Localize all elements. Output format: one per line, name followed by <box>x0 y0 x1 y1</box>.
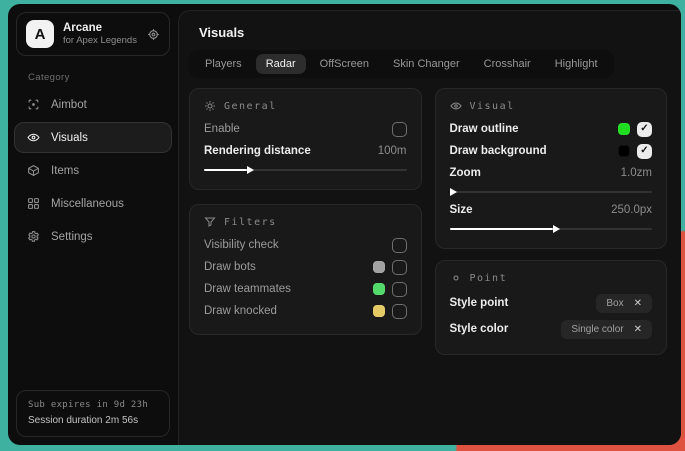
zoom-row: Zoom 1.0zm <box>450 162 653 184</box>
app-subtitle: for Apex Legends <box>63 35 138 47</box>
style-point-row: Style point Box ✕ <box>450 290 653 316</box>
sidebar-item-label: Miscellaneous <box>51 198 124 210</box>
sidebar-item-miscellaneous[interactable]: Miscellaneous <box>14 188 172 219</box>
eye-icon <box>27 131 40 144</box>
draw-background-color-swatch[interactable] <box>618 145 630 157</box>
size-slider[interactable] <box>450 228 653 230</box>
panel-title: Filters <box>224 217 277 228</box>
visibility-check-row: Visibility check ✓ <box>204 234 407 256</box>
draw-teammates-row: Draw teammates ✓ <box>204 278 407 300</box>
rendering-distance-label: Rendering distance <box>204 145 311 157</box>
draw-teammates-label: Draw teammates <box>204 283 291 295</box>
panel-title: Visual <box>470 101 515 112</box>
point-icon <box>450 272 462 284</box>
zoom-value: 1.0zm <box>621 167 652 179</box>
draw-teammates-checkbox[interactable]: ✓ <box>392 282 407 297</box>
gear-icon <box>27 230 40 243</box>
funnel-icon <box>204 216 216 228</box>
package-icon <box>27 164 40 177</box>
sidebar-item-settings[interactable]: Settings <box>14 221 172 252</box>
target-settings-icon[interactable] <box>147 28 160 41</box>
sidebar: A Arcane for Apex Legends Category <box>8 4 178 445</box>
app-name: Arcane <box>63 21 138 35</box>
sidebar-item-label: Items <box>51 165 79 177</box>
style-point-chip[interactable]: Box ✕ <box>596 294 652 313</box>
zoom-slider[interactable] <box>450 191 653 193</box>
draw-outline-row: Draw outline ✓ <box>450 118 653 140</box>
style-color-row: Style color Single color ✕ <box>450 316 653 342</box>
tab-players[interactable]: Players <box>195 54 252 74</box>
style-color-chip[interactable]: Single color ✕ <box>561 320 652 339</box>
category-section-label: Category <box>28 72 172 83</box>
enable-label: Enable <box>204 123 240 135</box>
draw-background-row: Draw background ✓ <box>450 140 653 162</box>
grid-icon <box>27 197 40 210</box>
draw-knocked-checkbox[interactable]: ✓ <box>392 304 407 319</box>
draw-outline-label: Draw outline <box>450 123 519 135</box>
rendering-distance-value: 100m <box>378 145 407 157</box>
sidebar-item-aimbot[interactable]: Aimbot <box>14 89 172 120</box>
sidebar-nav: Aimbot Visuals Items <box>14 89 172 252</box>
tab-crosshair[interactable]: Crosshair <box>474 54 541 74</box>
panel-title: Point <box>470 273 508 284</box>
style-point-chip-label: Box <box>606 298 623 309</box>
style-color-chip-label: Single color <box>571 324 623 335</box>
visibility-check-label: Visibility check <box>204 239 279 251</box>
sidebar-item-visuals[interactable]: Visuals <box>14 122 172 153</box>
draw-bots-checkbox[interactable]: ✓ <box>392 260 407 275</box>
page-title: Visuals <box>179 11 681 40</box>
sidebar-header: A Arcane for Apex Legends <box>16 12 170 56</box>
draw-bots-label: Draw bots <box>204 261 256 273</box>
draw-outline-color-swatch[interactable] <box>618 123 630 135</box>
tab-radar[interactable]: Radar <box>256 54 306 74</box>
panel-title: General <box>224 101 277 112</box>
subscription-info-box: Sub expires in 9d 23h Session duration 2… <box>16 390 170 437</box>
tab-highlight[interactable]: Highlight <box>545 54 608 74</box>
visibility-check-checkbox[interactable]: ✓ <box>392 238 407 253</box>
sidebar-item-label: Aimbot <box>51 99 87 111</box>
session-duration-text: Session duration 2m 56s <box>28 413 158 429</box>
rendering-distance-row: Rendering distance 100m <box>204 140 407 162</box>
style-point-label: Style point <box>450 297 509 309</box>
draw-bots-row: Draw bots ✓ <box>204 256 407 278</box>
visuals-tabbar: Players Radar OffScreen Skin Changer Cro… <box>189 50 614 78</box>
close-icon[interactable]: ✕ <box>634 298 642 309</box>
sun-icon <box>204 100 216 112</box>
main-panel: Visuals Players Radar OffScreen Skin Cha… <box>178 10 681 445</box>
draw-teammates-color-swatch[interactable] <box>373 283 385 295</box>
close-icon[interactable]: ✕ <box>634 324 642 335</box>
draw-background-checkbox[interactable]: ✓ <box>637 144 652 159</box>
size-label: Size <box>450 204 473 216</box>
enable-row: Enable ✓ <box>204 118 407 140</box>
tab-offscreen[interactable]: OffScreen <box>310 54 379 74</box>
size-value: 250.0px <box>611 204 652 216</box>
visual-panel: Visual Draw outline ✓ Draw background <box>435 88 668 249</box>
style-color-label: Style color <box>450 323 509 335</box>
filters-panel: Filters Visibility check ✓ Draw bots ✓ <box>189 204 422 335</box>
draw-bots-color-swatch[interactable] <box>373 261 385 273</box>
sidebar-item-label: Settings <box>51 231 93 243</box>
enable-checkbox[interactable]: ✓ <box>392 122 407 137</box>
sidebar-item-label: Visuals <box>51 132 88 144</box>
size-row: Size 250.0px <box>450 199 653 221</box>
point-panel: Point Style point Box ✕ Style color Sing… <box>435 260 668 355</box>
zoom-label: Zoom <box>450 167 481 179</box>
tab-skin-changer[interactable]: Skin Changer <box>383 54 470 74</box>
draw-knocked-color-swatch[interactable] <box>373 305 385 317</box>
sidebar-item-items[interactable]: Items <box>14 155 172 186</box>
general-panel: General Enable ✓ Rendering distance 100m <box>189 88 422 190</box>
eye-icon <box>450 100 462 112</box>
draw-knocked-row: Draw knocked ✓ <box>204 300 407 322</box>
rendering-distance-slider[interactable] <box>204 169 407 171</box>
crosshair-icon <box>27 98 40 111</box>
app-logo: A <box>26 20 54 48</box>
draw-knocked-label: Draw knocked <box>204 305 277 317</box>
draw-outline-checkbox[interactable]: ✓ <box>637 122 652 137</box>
draw-background-label: Draw background <box>450 145 547 157</box>
app-window: A Arcane for Apex Legends Category <box>8 4 681 445</box>
sub-expiry-text: Sub expires in 9d 23h <box>28 399 158 413</box>
